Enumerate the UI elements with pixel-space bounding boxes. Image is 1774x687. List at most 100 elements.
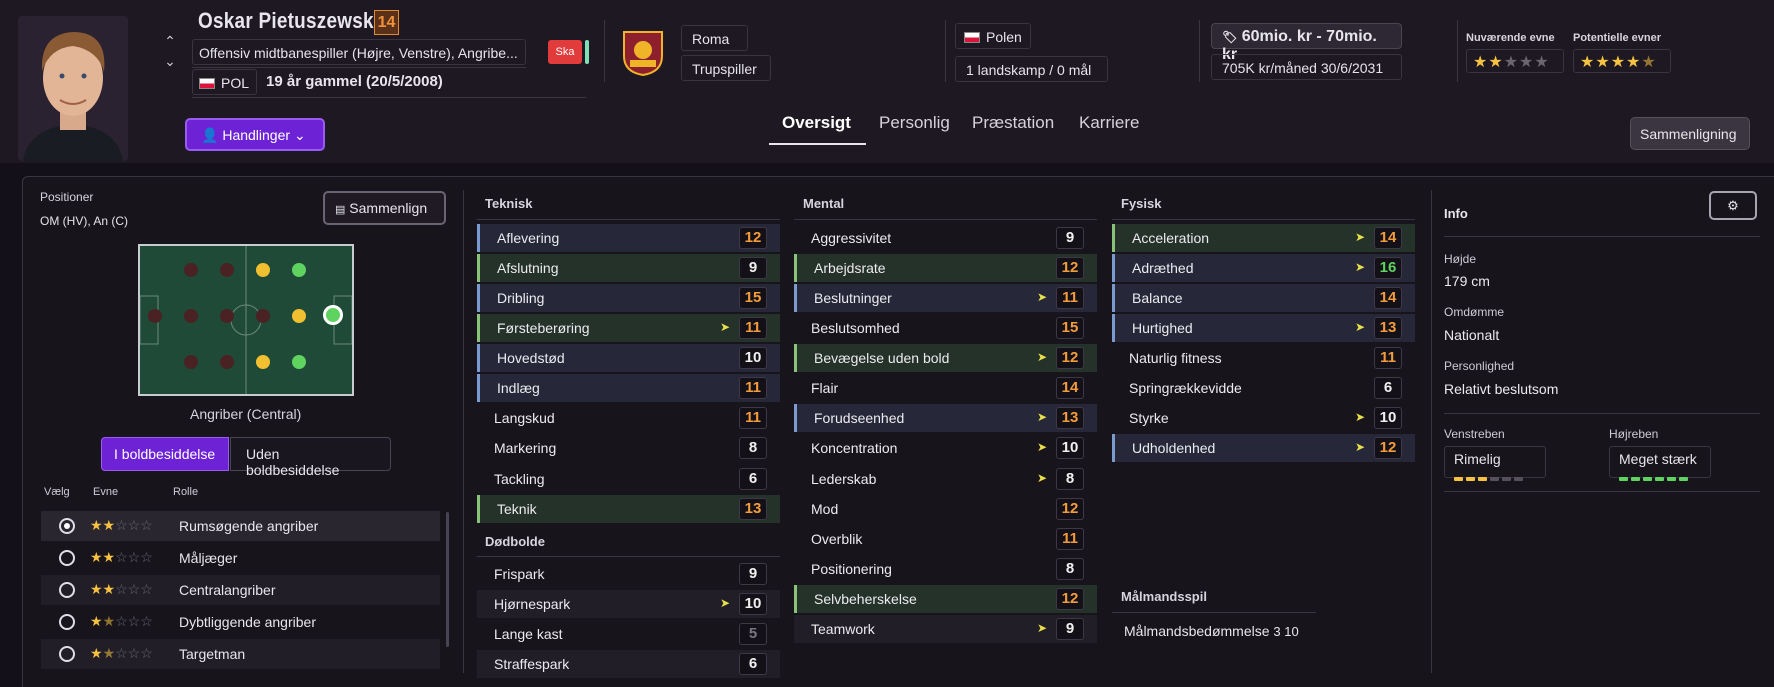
- attribute-row[interactable]: Indlæg 11: [477, 374, 780, 402]
- attribute-row[interactable]: Hurtighed ➤ 13: [1112, 314, 1415, 342]
- attribute-value: 13: [1374, 317, 1402, 339]
- attribute-row[interactable]: Koncentration ➤ 10: [794, 434, 1097, 462]
- out-of-possession-toggle[interactable]: Uden boldbesiddelse: [230, 437, 391, 478]
- tab-career[interactable]: Karriere: [1079, 113, 1139, 133]
- attribute-row[interactable]: Mod 12: [794, 495, 1097, 523]
- roles-scrollbar[interactable]: [446, 512, 449, 647]
- nationality-chip[interactable]: POL: [192, 69, 257, 95]
- attribute-value: 8: [1056, 558, 1084, 580]
- tab-performance[interactable]: Præstation: [972, 113, 1054, 133]
- attribute-row[interactable]: Frispark 9: [477, 560, 780, 588]
- club-chip[interactable]: Roma: [681, 25, 748, 51]
- position-text: Offensiv midtbanespiller (Højre, Venstre…: [192, 39, 526, 65]
- attribute-row[interactable]: Balance 14: [1112, 284, 1415, 312]
- compare-button[interactable]: Sammenligning: [1630, 117, 1750, 150]
- attribute-row[interactable]: Teknik 13: [477, 495, 780, 523]
- previous-player-arrow-icon[interactable]: ⌃: [160, 32, 180, 50]
- attribute-row[interactable]: Overblik 11: [794, 525, 1097, 553]
- tab-overview[interactable]: Oversigt: [782, 113, 851, 133]
- attribute-row[interactable]: Markering 8: [477, 434, 780, 462]
- role-radio[interactable]: [59, 518, 75, 534]
- current-ability-stars: ★★★★★: [1466, 49, 1564, 73]
- attribute-name: Afslutning: [497, 260, 559, 276]
- attribute-row[interactable]: Acceleration ➤ 14: [1112, 224, 1415, 252]
- attribute-row[interactable]: Teamwork ➤ 9: [794, 615, 1097, 643]
- attribute-row[interactable]: Dribling 15: [477, 284, 780, 312]
- position-dot[interactable]: [256, 309, 270, 323]
- role-radio[interactable]: [59, 582, 75, 598]
- set-pieces-title: Dødbolde: [485, 534, 545, 549]
- attribute-row[interactable]: Tackling 6: [477, 465, 780, 493]
- attribute-row[interactable]: Beslutsomhed 15: [794, 314, 1097, 342]
- attribute-value: 12: [1056, 588, 1084, 610]
- info-settings-button[interactable]: ⚙: [1709, 191, 1757, 220]
- wage: 705K kr/måned: [1222, 60, 1317, 76]
- trend-up-icon: ➤: [1036, 440, 1047, 454]
- role-row[interactable]: ★★☆☆☆ Måljæger: [41, 543, 440, 573]
- attribute-row[interactable]: Forudseenhed ➤ 13: [794, 404, 1097, 432]
- role-radio[interactable]: [59, 550, 75, 566]
- position-dot[interactable]: [220, 355, 234, 369]
- selected-position-dot[interactable]: [323, 305, 343, 325]
- attribute-row[interactable]: Positionering 8: [794, 555, 1097, 583]
- position-dot[interactable]: [220, 263, 234, 277]
- position-dot[interactable]: [184, 263, 198, 277]
- position-dot[interactable]: [292, 355, 306, 369]
- attribute-row[interactable]: Langskud 11: [477, 404, 780, 432]
- trend-up-icon: ➤: [1036, 290, 1047, 304]
- attribute-row[interactable]: Lange kast 5: [477, 620, 780, 648]
- attribute-row[interactable]: Lederskab ➤ 8: [794, 465, 1097, 493]
- goalkeeping-rating[interactable]: Målmandsbedømmelse 3 10: [1124, 623, 1299, 639]
- position-dot[interactable]: [292, 263, 306, 277]
- attribute-row[interactable]: Beslutninger ➤ 11: [794, 284, 1097, 312]
- club-logo-icon[interactable]: [620, 28, 666, 77]
- next-player-arrow-icon[interactable]: ⌄: [160, 52, 180, 70]
- country-chip[interactable]: Polen: [955, 23, 1031, 49]
- attribute-row[interactable]: Hjørnespark ➤ 10: [477, 590, 780, 618]
- in-possession-toggle[interactable]: I boldbesiddelse: [101, 437, 229, 471]
- foot-level-bar: [1631, 477, 1640, 481]
- role-row[interactable]: ★★☆☆☆ Targetman: [41, 639, 440, 669]
- trend-up-icon: ➤: [1354, 440, 1365, 454]
- attribute-row[interactable]: Arbejdsrate 12: [794, 254, 1097, 282]
- attribute-row[interactable]: Adræthed ➤ 16: [1112, 254, 1415, 282]
- role-radio[interactable]: [59, 646, 75, 662]
- attribute-row[interactable]: Afslutning 9: [477, 254, 780, 282]
- attribute-row[interactable]: Aggressivitet 9: [794, 224, 1097, 252]
- attribute-name: Teamwork: [811, 621, 875, 637]
- role-row[interactable]: ★★☆☆☆ Rumsøgende angriber: [41, 511, 440, 541]
- divider: [604, 20, 605, 82]
- attribute-row[interactable]: Springrækkevidde 6: [1112, 374, 1415, 402]
- attribute-row[interactable]: Førsteberøring ➤ 11: [477, 314, 780, 342]
- attribute-row[interactable]: Udholdenhed ➤ 12: [1112, 434, 1415, 462]
- role-radio[interactable]: [59, 614, 75, 630]
- position-pitch[interactable]: [138, 244, 354, 396]
- injury-badge[interactable]: Ska: [548, 40, 582, 64]
- attribute-row[interactable]: Straffespark 6: [477, 650, 780, 678]
- attribute-row[interactable]: Styrke ➤ 10: [1112, 404, 1415, 432]
- attribute-row[interactable]: Hovedstød 10: [477, 344, 780, 372]
- position-dot[interactable]: [220, 309, 234, 323]
- attribute-row[interactable]: Aflevering 12: [477, 224, 780, 252]
- attribute-name: Forudseenhed: [814, 410, 905, 426]
- foot-level-bar: [1655, 477, 1664, 481]
- attribute-row[interactable]: Selvbeherskelse 12: [794, 585, 1097, 613]
- attribute-name: Hurtighed: [1132, 320, 1193, 336]
- tab-personal[interactable]: Personlig: [879, 113, 950, 133]
- position-dot[interactable]: [148, 309, 162, 323]
- positions-compare-button[interactable]: ▤ Sammenlign: [323, 191, 446, 225]
- position-dot[interactable]: [292, 309, 306, 323]
- actions-button[interactable]: 👤 Handlinger ⌄: [185, 118, 325, 151]
- attribute-value: 6: [739, 468, 767, 490]
- role-row[interactable]: ★★☆☆☆ Dybtliggende angriber: [41, 607, 440, 637]
- position-dot[interactable]: [184, 355, 198, 369]
- position-dot[interactable]: [184, 309, 198, 323]
- attribute-row[interactable]: Bevægelse uden bold ➤ 12: [794, 344, 1097, 372]
- attribute-value: 8: [1056, 468, 1084, 490]
- position-dot[interactable]: [256, 263, 270, 277]
- attribute-name: Koncentration: [811, 440, 898, 456]
- position-dot[interactable]: [256, 355, 270, 369]
- attribute-row[interactable]: Naturlig fitness 11: [1112, 344, 1415, 372]
- attribute-row[interactable]: Flair 14: [794, 374, 1097, 402]
- role-row[interactable]: ★★☆☆☆ Centralangriber: [41, 575, 440, 605]
